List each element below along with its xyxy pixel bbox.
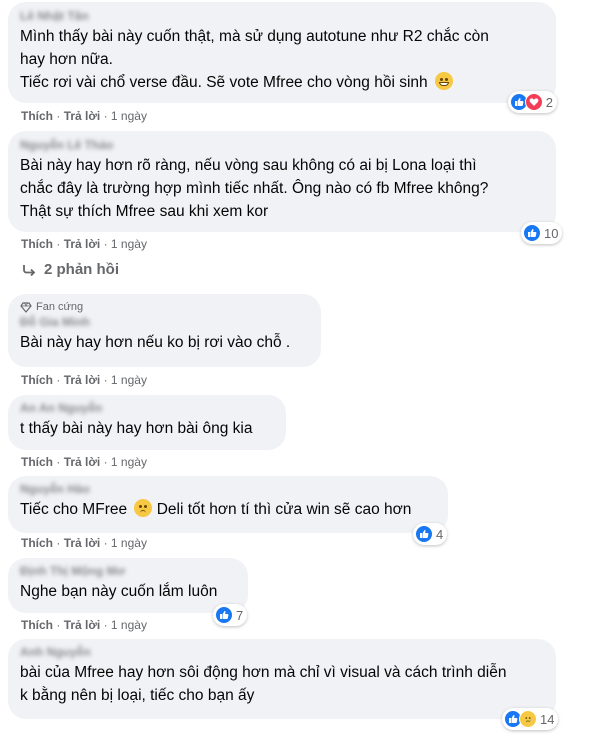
reply-button[interactable]: Trả lời (64, 455, 101, 469)
like-button[interactable]: Thích (21, 237, 53, 251)
like-reaction-icon (415, 525, 433, 543)
sad-reaction-icon (519, 710, 537, 728)
reply-button[interactable]: Trả lời (64, 618, 101, 632)
reply-button[interactable]: Trả lời (64, 109, 101, 123)
reply-button[interactable]: Trả lời (64, 536, 101, 550)
view-replies-link[interactable]: 2 phản hồi (22, 261, 119, 278)
comment: Lê Nhật Tân Mình thấy bài này cuốn thật,… (8, 2, 557, 113)
fan-badge: Fan cứng (20, 300, 309, 314)
comment-author[interactable]: Đỗ Gia Minh (20, 314, 309, 330)
like-button[interactable]: Thích (21, 618, 53, 632)
reply-button[interactable]: Trả lời (64, 237, 101, 251)
like-button[interactable]: Thích (21, 373, 53, 387)
grinning-emoji-icon (434, 72, 453, 90)
comment-timestamp[interactable]: 1 ngày (111, 109, 147, 123)
comment-actions: Thích · Trả lời · 1 ngày (21, 536, 147, 550)
comment-actions: Thích · Trả lời · 1 ngày (21, 618, 147, 632)
comment-author[interactable]: Lê Nhật Tân (20, 8, 544, 24)
reaction-summary[interactable]: 7 (213, 604, 248, 626)
comment-timestamp[interactable]: 1 ngày (111, 536, 147, 550)
comment-timestamp[interactable]: 1 ngày (111, 455, 147, 469)
like-button[interactable]: Thích (21, 536, 53, 550)
comment-timestamp[interactable]: 1 ngày (111, 618, 147, 632)
comment: Nguyễn Lê Thảo Bài này hay hơn rõ ràng, … (8, 131, 563, 244)
reaction-count: 10 (544, 225, 559, 241)
comment-bubble: Anh Nguyễn bài của Mfree hay hơn sôi độn… (8, 639, 556, 719)
reaction-summary[interactable]: 4 (413, 523, 448, 545)
comment-bubble: Nguyễn Hào Tiếc cho MFree Deli tốt hơn t… (8, 476, 448, 533)
comment: Định Thị Mộng Mơ Nghe bạn này cuốn lắm l… (8, 558, 248, 626)
comment-author[interactable]: Nguyễn Lê Thảo (20, 137, 544, 153)
comment: Fan cứng Đỗ Gia Minh Bài này hay hơn nếu… (8, 294, 321, 367)
comment-text: bài của Mfree hay hơn sôi động hơn mà ch… (20, 664, 507, 704)
comment-author[interactable]: Anh Nguyễn (20, 644, 544, 660)
comment: Nguyễn Hào Tiếc cho MFree Deli tốt hơn t… (8, 476, 448, 545)
like-reaction-icon (215, 606, 233, 624)
reaction-summary[interactable]: 10 (521, 222, 563, 244)
comment-bubble: Lê Nhật Tân Mình thấy bài này cuốn thật,… (8, 2, 557, 113)
comment: Anh Nguyễn bài của Mfree hay hơn sôi độn… (8, 639, 559, 730)
comment-author[interactable]: Định Thị Mộng Mơ (20, 563, 236, 579)
like-button[interactable]: Thích (21, 455, 53, 469)
comment-bubble: An An Nguyễn t thấy bài này hay hơn bài … (8, 395, 286, 450)
comment-text: Tiếc cho MFree Deli tốt hơn tí thì cửa w… (20, 499, 412, 518)
comment-bubble: Nguyễn Lê Thảo Bài này hay hơn rõ ràng, … (8, 131, 556, 232)
comment-text: Bài này hay hơn nếu ko bị rơi vào chỗ . (20, 334, 291, 351)
love-reaction-icon (524, 93, 543, 111)
comment-bubble: Fan cứng Đỗ Gia Minh Bài này hay hơn nếu… (8, 294, 321, 367)
comment-text: Bài này hay hơn rõ ràng, nếu vòng sau kh… (20, 157, 489, 220)
comment-actions: Thích · Trả lời · 1 ngày (21, 373, 147, 387)
comment-text: Mình thấy bài này cuốn thật, mà sử dụng … (20, 28, 489, 91)
comment-actions: Thích · Trả lời · 1 ngày (21, 237, 147, 251)
reaction-count: 4 (436, 526, 444, 542)
reaction-count: 7 (236, 607, 244, 623)
reaction-summary[interactable]: 14 (502, 708, 559, 730)
reaction-summary[interactable]: 2 (507, 91, 557, 113)
like-button[interactable]: Thích (21, 109, 53, 123)
like-reaction-icon (523, 224, 541, 242)
disappointed-emoji-icon (134, 499, 153, 517)
comment-author[interactable]: Nguyễn Hào (20, 481, 436, 497)
diamond-icon (20, 301, 32, 313)
reply-arrow-icon (23, 264, 36, 276)
comment-timestamp[interactable]: 1 ngày (111, 237, 147, 251)
comment-text: t thấy bài này hay hơn bài ông kia (20, 420, 253, 437)
comment-text: Nghe bạn này cuốn lắm luôn (20, 583, 218, 600)
comment: An An Nguyễn t thấy bài này hay hơn bài … (8, 395, 286, 450)
comment-actions: Thích · Trả lời · 1 ngày (21, 455, 147, 469)
comment-author[interactable]: An An Nguyễn (20, 400, 274, 416)
reply-button[interactable]: Trả lời (64, 373, 101, 387)
reaction-count: 14 (540, 711, 555, 727)
comment-actions: Thích · Trả lời · 1 ngày (21, 109, 147, 123)
reaction-count: 2 (545, 94, 553, 110)
comment-bubble: Định Thị Mộng Mơ Nghe bạn này cuốn lắm l… (8, 558, 248, 613)
comment-timestamp[interactable]: 1 ngày (111, 373, 147, 387)
